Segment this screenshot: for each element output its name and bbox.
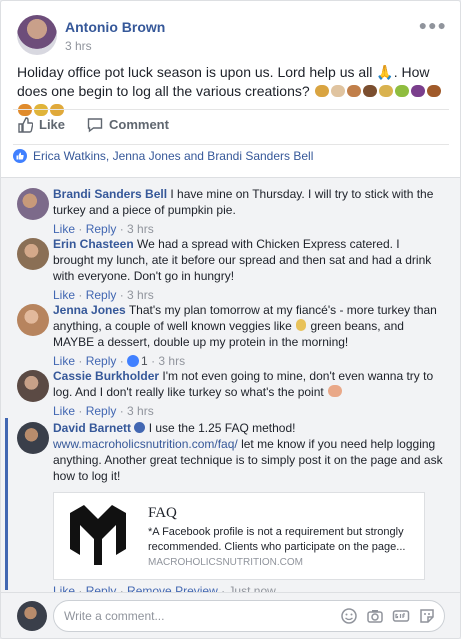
- commenter-name[interactable]: Erin Chasteen: [53, 237, 134, 251]
- commenter-name[interactable]: David Barnett: [53, 421, 131, 435]
- comment-button[interactable]: Comment: [87, 117, 169, 133]
- comment-timestamp[interactable]: 3 hrs: [127, 222, 154, 236]
- camera-icon[interactable]: [366, 607, 384, 625]
- comment-label: Comment: [109, 117, 169, 132]
- comment-body: Jenna Jones That's my plan tomorrow at m…: [53, 302, 443, 369]
- gif-icon[interactable]: [392, 607, 410, 625]
- post-author[interactable]: Antonio Brown: [65, 19, 165, 35]
- comment-like-link[interactable]: Like: [53, 404, 75, 418]
- commenter-name[interactable]: Cassie Burkholder: [53, 369, 159, 383]
- thumbs-up-icon: [18, 117, 34, 133]
- commenter-name[interactable]: Jenna Jones: [53, 303, 126, 317]
- commenter-avatar[interactable]: [17, 422, 49, 454]
- comment-like-link[interactable]: Like: [53, 354, 75, 368]
- commenter-avatar[interactable]: [17, 304, 49, 336]
- comment-url-link[interactable]: www.macroholicsnutrition.com/faq/: [53, 437, 238, 451]
- macroholics-logo-icon: [62, 499, 134, 571]
- comment-timestamp[interactable]: 3 hrs: [127, 288, 154, 302]
- comment-text: I use the 1.25 FAQ method!: [148, 421, 296, 435]
- comment-reply-link[interactable]: Reply: [86, 354, 117, 368]
- comment-like-link[interactable]: Like: [53, 222, 75, 236]
- comment-timestamp[interactable]: 3 hrs: [127, 404, 154, 418]
- comment-timestamp[interactable]: 3 hrs: [158, 354, 185, 368]
- comment-body: Cassie Burkholder I'm not even going to …: [53, 368, 443, 419]
- commenter-avatar[interactable]: [17, 238, 49, 270]
- commenter-name[interactable]: Brandi Sanders Bell: [53, 187, 167, 201]
- preview-title: FAQ: [148, 505, 177, 521]
- hand-emoji-icon: [296, 319, 307, 331]
- food-emoji-icon: [314, 85, 329, 97]
- comment-meta: Like · Reply · 3 hrs: [53, 404, 154, 418]
- post-header: Antonio Brown 3 hrs ●●●: [17, 15, 447, 59]
- comment-input[interactable]: Write a comment...: [53, 600, 445, 632]
- comment-meta: Like · Reply · 3 hrs: [53, 222, 154, 236]
- comment-body: Erin Chasteen We had a spread with Chick…: [53, 236, 443, 303]
- comment-composer: Write a comment...: [1, 592, 460, 638]
- new-comment-indicator: [5, 418, 8, 590]
- preview-domain: MACROHOLICSNUTRITION.COM: [148, 557, 303, 568]
- comment-like-reaction-icon: [127, 355, 140, 367]
- more-options-icon[interactable]: ●●●: [419, 17, 447, 33]
- comment-reply-link[interactable]: Reply: [86, 222, 117, 236]
- post-timestamp[interactable]: 3 hrs: [65, 39, 92, 53]
- post-card: Antonio Brown 3 hrs ●●● Holiday office p…: [0, 0, 461, 639]
- commenter-avatar[interactable]: [17, 188, 49, 220]
- reactions-summary[interactable]: Erica Watkins, Jenna Jones and Brandi Sa…: [13, 149, 449, 171]
- comments-section: Brandi Sanders Bell I have mine on Thurs…: [1, 177, 460, 598]
- food-emoji-icon: [362, 85, 377, 97]
- sticker-icon[interactable]: [418, 607, 436, 625]
- comment-body: Brandi Sanders Bell I have mine on Thurs…: [53, 186, 443, 237]
- food-emoji-icon: [346, 85, 361, 97]
- facepalm-emoji-icon: [328, 385, 343, 397]
- post-action-bar: Like Comment: [13, 109, 449, 145]
- link-preview-card[interactable]: FAQ *A Facebook profile is not a require…: [53, 492, 425, 580]
- food-emoji-icon: [426, 85, 441, 97]
- food-emoji-icon: [410, 85, 425, 97]
- comment-meta: Like · Reply · 3 hrs: [53, 288, 154, 302]
- comment-reply-link[interactable]: Reply: [86, 404, 117, 418]
- like-label: Like: [39, 117, 66, 132]
- admin-badge-icon: [134, 422, 146, 433]
- food-emoji-icon: [378, 85, 393, 97]
- comment-reaction-count[interactable]: 1: [141, 354, 148, 368]
- food-emoji-icon: [394, 85, 409, 97]
- like-reaction-icon: [13, 149, 27, 163]
- preview-description: *A Facebook profile is not a requirement…: [148, 526, 406, 553]
- author-avatar[interactable]: [17, 15, 57, 55]
- comment-bubble-icon: [87, 118, 103, 133]
- food-emoji-icon: [330, 85, 345, 97]
- like-button[interactable]: Like: [17, 117, 65, 133]
- comment-meta: Like · Reply · 1 · 3 hrs: [53, 354, 186, 368]
- comment-input-placeholder: Write a comment...: [64, 609, 165, 623]
- reactors-names[interactable]: Erica Watkins, Jenna Jones and Brandi Sa…: [33, 149, 313, 163]
- comment-reply-link[interactable]: Reply: [86, 288, 117, 302]
- comment-like-link[interactable]: Like: [53, 288, 75, 302]
- current-user-avatar[interactable]: [17, 601, 47, 631]
- emoji-icon[interactable]: [340, 607, 358, 625]
- comment-body: David Barnett I use the 1.25 FAQ method!…: [53, 420, 443, 484]
- commenter-avatar[interactable]: [17, 370, 49, 402]
